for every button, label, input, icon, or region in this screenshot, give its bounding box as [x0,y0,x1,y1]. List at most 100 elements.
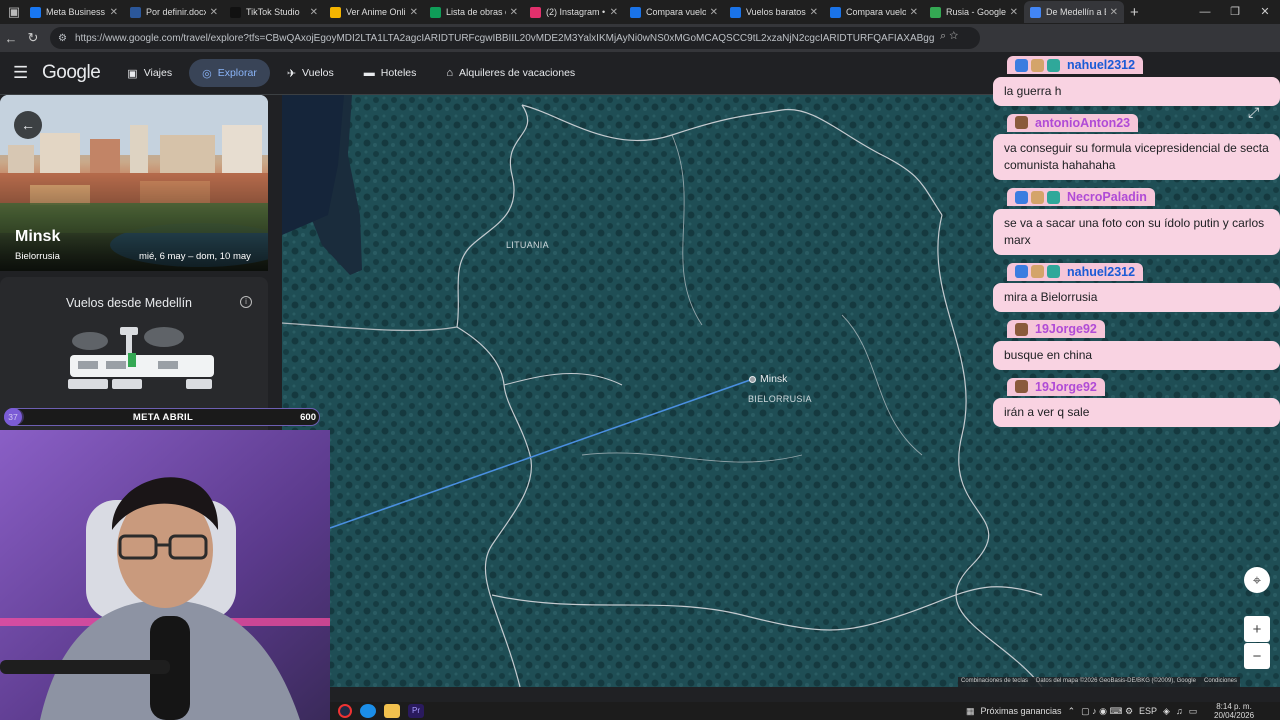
browser-tab[interactable]: De Medellín a Bel ✕ [1024,1,1124,23]
chat-message-header: NecroPaladin [1007,188,1155,206]
tray-chevron-icon[interactable]: ⌃ [1068,706,1076,717]
nav-chip-label: Alquileres de vacaciones [459,67,576,79]
browser-tab[interactable]: TikTok Studio ✕ [224,1,324,23]
system-tray: ▦ Próximas ganancias ⌃ ▢ ♪ ◉ ⌨ ⚙ ESP ◈ ♫… [966,702,1197,720]
nav-chip-explore[interactable]: ◎ Explorar [189,59,270,87]
browser-tab[interactable]: Vuelos baratos d ✕ [724,1,824,23]
chat-username: nahuel2312 [1067,58,1136,72]
nav-chip-luggage[interactable]: ▣ Viajes [114,59,185,87]
tab-label: Vuelos baratos d [746,7,806,17]
nav-chips: ▣ Viajes ◎ Explorar ✈ Vuelos ▬ Hoteles ⌂ Alquiler… [114,59,592,87]
tab-label: TikTok Studio [246,7,300,17]
minsk-marker[interactable] [749,376,756,383]
my-location-button[interactable]: ⌖ [1244,567,1270,593]
chat-message-text: se va a sacar una foto con su ídolo puti… [993,208,1280,255]
back-button[interactable]: ← [14,111,42,139]
keyboard-shortcuts-link[interactable]: Combinaciones de teclas [961,678,1028,686]
omnibox[interactable]: ⚙ https://www.google.com/travel/explore?… [50,27,980,49]
close-tab-icon[interactable]: ✕ [110,7,118,18]
window-controls: — ❐ ✕ [1190,0,1280,24]
browser-tab[interactable]: Compara vuelos ✕ [624,1,724,23]
browser-tab[interactable]: Lista de obras en ✕ [424,1,524,23]
browser-tab[interactable]: Rusia - Google M ✕ [924,1,1024,23]
close-window-icon[interactable]: ✕ [1250,0,1280,24]
volume-icon[interactable]: ♫ [1176,706,1183,716]
meta-icon [30,6,41,18]
nav-chip-label: Hoteles [380,67,417,79]
arrow-left-icon: ← [21,117,35,133]
bookmark-star-icon[interactable]: ⌕ ☆ [940,30,958,43]
flights-icon [730,6,741,18]
sheets-icon [430,6,441,18]
flights-card-title: Vuelos desde Medellín [66,296,193,310]
user-badge-icon [1015,380,1028,393]
tab-label: (2) Instagram • M [546,7,606,17]
info-icon[interactable]: i [240,296,252,308]
tab-label: Ver Anime Online [346,7,406,17]
chat-message-header: antonioAnton23 [1007,113,1139,132]
nav-chip-label: Vuelos [302,67,334,79]
address-bar: ← ↻ ⚙ https://www.google.com/travel/expl… [0,24,1280,52]
map-label-minsk[interactable]: Minsk [760,373,787,385]
nav-chip-plane[interactable]: ✈ Vuelos [274,59,347,87]
tab-label: Meta Business Su [46,7,106,17]
browser-tab[interactable]: Ver Anime Online ✕ [324,1,424,23]
tiktok-icon [230,6,241,18]
obs-icon[interactable] [338,704,352,718]
close-tab-icon[interactable]: ✕ [510,7,518,18]
nav-chip-bed[interactable]: ▬ Hoteles [351,59,430,87]
close-tab-icon[interactable]: ✕ [1010,7,1018,18]
close-tab-icon[interactable]: ✕ [810,7,818,18]
browser-tab[interactable]: (2) Instagram • M ✕ [524,1,624,23]
user-badge-icon [1031,190,1044,204]
tray-icons[interactable]: ▢ ♪ ◉ ⌨ ⚙ [1081,706,1133,717]
tab-label: Compara vuelos [646,7,706,17]
zoom-in-button[interactable]: + [1244,616,1270,642]
network-icon[interactable]: ◈ [1163,706,1170,717]
user-badge-icon [1015,322,1028,336]
close-tab-icon[interactable]: ✕ [910,7,918,18]
close-tab-icon[interactable]: ✕ [1110,7,1118,18]
browser-tab[interactable]: Meta Business Su ✕ [24,1,124,23]
nav-chip-house[interactable]: ⌂ Alquileres de vacaciones [433,59,588,87]
edge-icon[interactable] [360,704,376,718]
destination-panel: ← Minsk Bielorrusia mié, 6 may – dom, 10… [0,95,268,430]
word-icon [130,6,141,18]
menu-icon[interactable]: ☰ [13,63,35,83]
tab-label: De Medellín a Bel [1046,7,1106,17]
chat-username: 19Jorge92 [1035,379,1097,394]
new-tab-button[interactable]: + [1130,4,1139,21]
taskbar-clock[interactable]: 8:14 p. m. 20/04/2026 [1214,702,1254,720]
news-widget-text[interactable]: Próximas ganancias [981,706,1062,716]
premiere-icon[interactable]: Pr [408,704,424,718]
close-tab-icon[interactable]: ✕ [410,7,418,18]
explore-icon: ◎ [202,67,212,80]
language-indicator[interactable]: ESP [1139,706,1157,716]
close-tab-icon[interactable]: ✕ [210,7,218,18]
destination-country: Bielorrusia [15,251,60,262]
battery-icon[interactable]: ▭ [1189,706,1198,717]
minimize-icon[interactable]: — [1190,0,1220,24]
user-badge-icon [1047,190,1060,204]
browser-tab[interactable]: Compara vuelos ✕ [824,1,924,23]
tab-actions-icon[interactable]: ▣ [4,2,24,22]
trip-dates[interactable]: mié, 6 may – dom, 10 may [139,251,251,262]
google-logo[interactable]: Google [42,62,101,84]
site-info-icon[interactable]: ⚙ [58,33,67,44]
reload-icon[interactable]: ↻ [22,30,44,46]
terms-link[interactable]: Condiciones [1204,678,1237,686]
close-tab-icon[interactable]: ✕ [310,7,318,18]
browser-tab[interactable]: Por definir.docx ✕ [124,1,224,23]
flights-icon [830,6,841,18]
close-tab-icon[interactable]: ✕ [610,7,618,18]
destination-hero[interactable]: ← Minsk Bielorrusia mié, 6 may – dom, 10… [0,95,268,271]
folder-icon[interactable] [384,704,400,718]
url-text: https://www.google.com/travel/explore?tf… [74,32,935,44]
zoom-out-button[interactable]: − [1244,643,1270,669]
news-widget-icon[interactable]: ▦ [966,706,975,717]
close-tab-icon[interactable]: ✕ [710,7,718,18]
maximize-icon[interactable]: ❐ [1220,0,1250,24]
tab-label: Lista de obras en [446,7,506,17]
user-badge-icon [1047,265,1060,278]
back-arrow-icon[interactable]: ← [0,31,22,46]
